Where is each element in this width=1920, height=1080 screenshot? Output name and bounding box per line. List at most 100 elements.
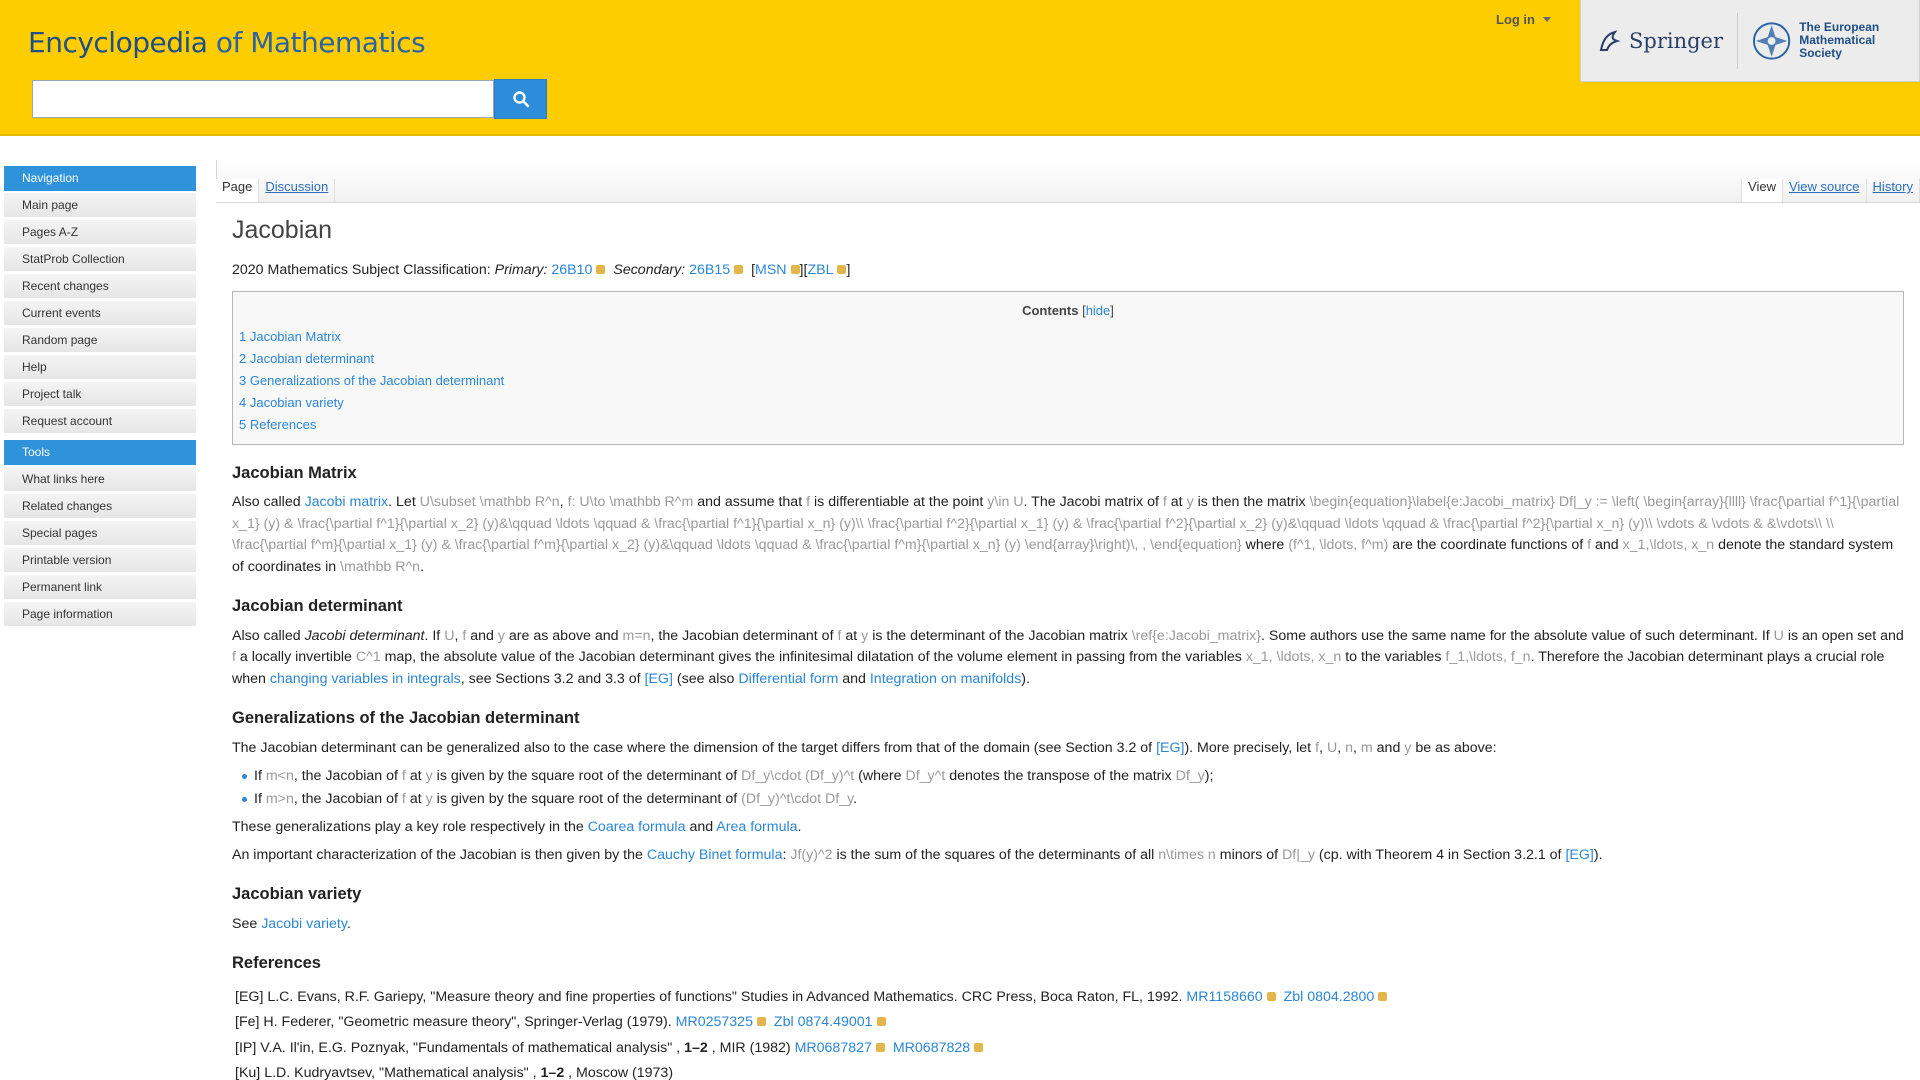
eg-ref-link[interactable]: [EG] [645, 671, 673, 687]
section-heading: References [232, 954, 321, 972]
lock-icon [1378, 991, 1388, 1001]
sidebar-item-special-pages[interactable]: Special pages [4, 521, 196, 546]
cauchy-binet-link[interactable]: Cauchy Binet formula [647, 847, 783, 863]
logo-rest: of Mathematics [215, 26, 426, 59]
sidebar-item-main-page[interactable]: Main page [4, 193, 196, 218]
reference-item: [IP] V.A. Il'in, E.G. Poznyak, "Fundamen… [232, 1036, 1904, 1062]
ems-line2: Mathematical Society [1799, 33, 1876, 60]
tab-background [216, 160, 1920, 202]
site-header: Encyclopedia of Mathematics Log in Sprin… [0, 0, 1920, 136]
msn-link[interactable]: MSN [755, 262, 787, 278]
lock-icon [875, 1042, 885, 1052]
lock-icon [734, 264, 744, 274]
jacobi-matrix-link[interactable]: Jacobi matrix [305, 494, 389, 510]
tab-discussion[interactable]: Discussion [259, 179, 336, 202]
tab-view-source[interactable]: View source [1783, 179, 1867, 202]
section-paragraph: Also called Jacobi determinant. If U, f … [232, 627, 1904, 687]
section-paragraph: An important characterization of the Jac… [232, 846, 1603, 863]
toc-item[interactable]: 4 Jacobian variety [239, 392, 1897, 414]
msc-line: 2020 Mathematics Subject Classification:… [232, 261, 851, 278]
ems-star-icon [1752, 21, 1791, 60]
section-paragraph: These generalizations play a key role re… [232, 819, 802, 835]
eg-ref-link[interactable]: [EG] [1565, 847, 1593, 863]
section-heading: Jacobian variety [232, 885, 362, 903]
section-paragraph: Also called Jacobi matrix. Let U\subset … [232, 494, 1900, 575]
eg-ref-link[interactable]: [EG] [1156, 740, 1184, 756]
search-icon [512, 91, 529, 108]
lock-icon [596, 264, 606, 274]
lock-icon [790, 264, 800, 274]
section-heading: Generalizations of the Jacobian determin… [232, 709, 580, 727]
mr-link[interactable]: MR1158660 [1186, 989, 1262, 1005]
coarea-formula-link[interactable]: Coarea formula [588, 819, 686, 835]
table-of-contents: Contents [hide] 1 Jacobian Matrix 2 Jaco… [232, 291, 1904, 445]
page-title: Jacobian [232, 216, 333, 244]
msc-secondary-link[interactable]: 26B15 [689, 262, 730, 278]
toc-hide-link[interactable]: hide [1086, 303, 1111, 318]
tab-page[interactable]: Page [216, 179, 260, 202]
integration-on-manifolds-link[interactable]: Integration on manifolds [870, 671, 1021, 687]
toc-heading: Contents [1022, 303, 1079, 318]
sidebar-item-permanent-link[interactable]: Permanent link [4, 575, 196, 600]
toc-item[interactable]: 1 Jacobian Matrix [239, 326, 1897, 348]
sidebar-item-what-links-here[interactable]: What links here [4, 467, 196, 492]
sidebar-item-request-account[interactable]: Request account [4, 409, 196, 434]
changing-variables-link[interactable]: changing variables in integrals [270, 671, 461, 687]
lock-icon [974, 1042, 984, 1052]
mr-link[interactable]: MR0257325 [676, 1014, 753, 1030]
msc-primary-link[interactable]: 26B10 [551, 262, 592, 278]
reference-item: [EG] L.C. Evans, R.F. Gariepy, "Measure … [232, 985, 1904, 1011]
search-button[interactable] [494, 79, 547, 119]
secondary-label: Secondary: [613, 261, 686, 278]
msc-prefix: 2020 Mathematics Subject Classification: [232, 261, 491, 278]
zbl-ref-link[interactable]: Zbl 0804.2800 [1284, 989, 1375, 1005]
sidebar-item-help[interactable]: Help [4, 355, 196, 380]
area-formula-link[interactable]: Area formula [716, 819, 797, 835]
sidebar-item-recent-changes[interactable]: Recent changes [4, 274, 196, 299]
toc-title: Contents [hide] [1022, 303, 1114, 318]
toc-item[interactable]: 3 Generalizations of the Jacobian determ… [239, 370, 1897, 392]
article-content: Jacobian 2020 Mathematics Subject Classi… [232, 214, 1904, 1080]
zbl-link[interactable]: ZBL [807, 262, 833, 278]
mr-link[interactable]: MR0687828 [893, 1040, 970, 1056]
zbl-ref-link[interactable]: Zbl 0874.49001 [774, 1014, 873, 1030]
lock-icon [756, 1017, 766, 1026]
nav-heading: Navigation [4, 166, 196, 191]
springer-logo[interactable]: Springer [1581, 12, 1739, 69]
sidebar-item-pages-a-z[interactable]: Pages A-Z [4, 220, 196, 245]
mr-link[interactable]: MR0687827 [795, 1040, 872, 1056]
sidebar-item-related-changes[interactable]: Related changes [4, 494, 196, 519]
partner-logos: Springer The European Mathematical Socie… [1580, 0, 1920, 82]
tab-history[interactable]: History [1867, 179, 1920, 202]
site-logo[interactable]: Encyclopedia of Mathematics [28, 26, 426, 59]
jacobi-variety-link[interactable]: Jacobi variety [261, 916, 347, 932]
references-list: [EG] L.C. Evans, R.F. Gariepy, "Measure … [232, 985, 1904, 1080]
springer-horse-icon [1599, 29, 1621, 51]
lock-icon [876, 1017, 886, 1026]
tab-divider [216, 202, 1920, 203]
sidebar-item-printable-version[interactable]: Printable version [4, 548, 196, 573]
login-menu[interactable]: Log in [1496, 12, 1551, 27]
toc-item[interactable]: 2 Jacobian determinant [239, 348, 1897, 370]
ems-logo[interactable]: The European Mathematical Society [1738, 19, 1919, 63]
springer-label: Springer [1629, 28, 1724, 53]
sidebar-item-current-events[interactable]: Current events [4, 301, 196, 326]
list-item: If m>n, the Jacobian of f at y is given … [242, 788, 1904, 811]
lock-icon [837, 264, 847, 274]
tab-view[interactable]: View [1741, 179, 1783, 202]
sidebar-item-random-page[interactable]: Random page [4, 328, 196, 353]
sidebar-item-statprob[interactable]: StatProb Collection [4, 247, 196, 272]
lock-icon [1266, 991, 1276, 1001]
tools-heading: Tools [4, 440, 196, 465]
generalization-list: If m<n, the Jacobian of f at y is given … [242, 765, 1904, 811]
differential-form-link[interactable]: Differential form [738, 671, 838, 687]
view-tabs: View View source History [1741, 166, 1920, 202]
toc-item[interactable]: 5 References [239, 414, 1897, 436]
sidebar-item-project-talk[interactable]: Project talk [4, 382, 196, 407]
logo-main: Encyclopedia [28, 26, 208, 59]
search-input[interactable] [32, 80, 494, 118]
reference-item: [Fe] H. Federer, "Geometric measure theo… [232, 1010, 1904, 1036]
reference-item: [Ku] L.D. Kudryavtsev, "Mathematical ana… [235, 1065, 674, 1080]
section-heading: Jacobian Matrix [232, 463, 357, 482]
sidebar-item-page-information[interactable]: Page information [4, 602, 196, 627]
